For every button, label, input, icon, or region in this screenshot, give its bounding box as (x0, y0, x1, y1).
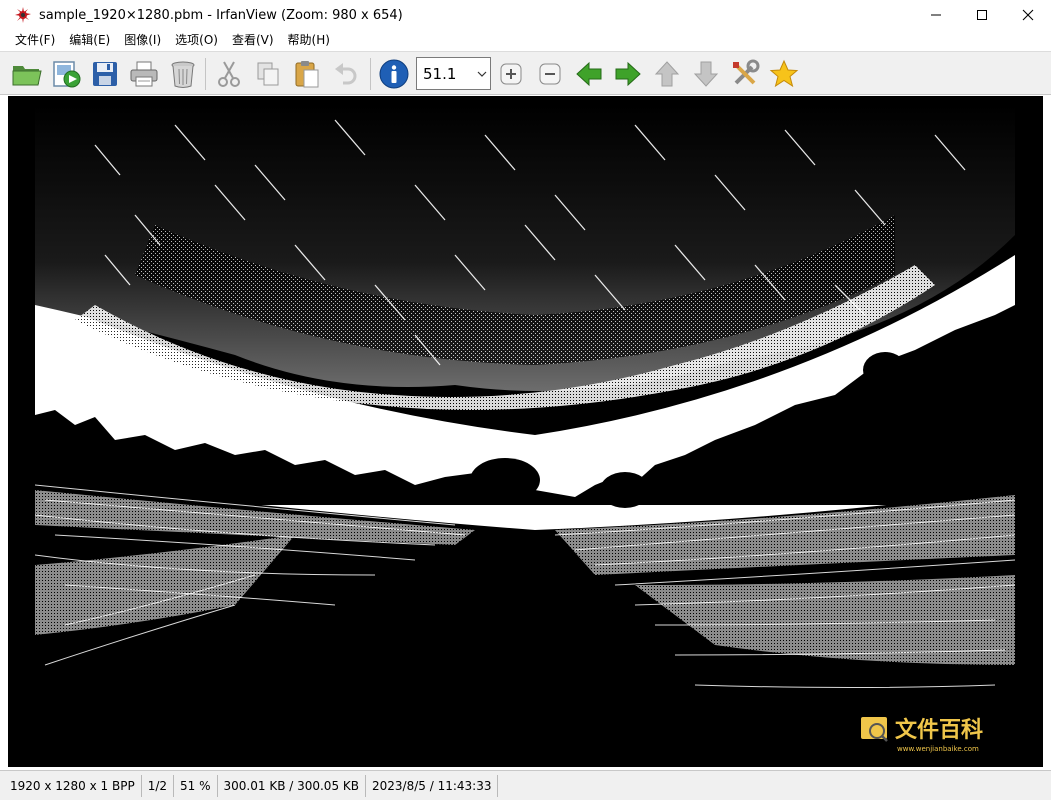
favorite-icon (769, 59, 799, 88)
copy-icon (257, 62, 279, 86)
night-sky-field-image: 文件百科 www.wenjianbaike.com (35, 105, 1015, 759)
next-icon (615, 61, 641, 87)
zoom-dropdown-button[interactable] (474, 58, 490, 89)
status-file-size: 300.01 KB / 300.05 KB (218, 774, 366, 797)
image-canvas[interactable]: 文件百科 www.wenjianbaike.com (35, 105, 1015, 759)
settings-button[interactable] (728, 57, 762, 91)
favorites-button[interactable] (767, 57, 801, 91)
up-icon (654, 61, 680, 87)
menu-options[interactable]: 选项(O) (168, 30, 225, 51)
maximize-icon (977, 10, 987, 20)
menu-view[interactable]: 查看(V) (225, 30, 281, 51)
paste-icon (295, 61, 319, 88)
print-button[interactable] (127, 57, 161, 91)
close-icon (1022, 9, 1034, 21)
title-bar: sample_1920×1280.pbm - IrfanView (Zoom: … (0, 0, 1051, 30)
delete-icon (171, 61, 195, 88)
down-button[interactable] (689, 57, 723, 91)
slideshow-button[interactable] (49, 57, 83, 91)
open-button[interactable] (10, 57, 44, 91)
menu-file[interactable]: 文件(F) (8, 30, 62, 51)
status-dimensions: 1920 x 1280 x 1 BPP (4, 774, 142, 797)
open-folder-icon (12, 66, 42, 86)
previous-icon (576, 61, 602, 87)
zoom-in-button[interactable] (494, 57, 528, 91)
save-icon (93, 62, 117, 86)
toolbar: 51.1 (0, 51, 1051, 95)
chevron-down-icon (477, 71, 487, 77)
delete-button[interactable] (166, 57, 200, 91)
status-datetime: 2023/8/5 / 11:43:33 (366, 774, 499, 797)
save-button[interactable] (88, 57, 122, 91)
cut-button[interactable] (212, 57, 246, 91)
copy-button[interactable] (251, 57, 285, 91)
image-viewport[interactable]: 文件百科 www.wenjianbaike.com (8, 96, 1043, 767)
minimize-icon (931, 14, 941, 16)
cut-icon (218, 61, 240, 87)
toolbar-separator (205, 58, 206, 90)
irfanview-app-icon (15, 7, 31, 23)
previous-image-button[interactable] (572, 57, 606, 91)
menu-help[interactable]: 帮助(H) (281, 30, 337, 51)
print-icon (130, 61, 158, 87)
watermark-url: www.wenjianbaike.com (897, 745, 979, 753)
status-zoom: 51 % (174, 774, 218, 797)
undo-button[interactable] (329, 57, 363, 91)
window-title: sample_1920×1280.pbm - IrfanView (Zoom: … (39, 7, 403, 23)
zoom-out-icon (539, 63, 561, 85)
slideshow-icon (53, 61, 81, 88)
info-button[interactable] (377, 57, 411, 91)
close-button[interactable] (1005, 0, 1051, 30)
next-image-button[interactable] (611, 57, 645, 91)
minimize-button[interactable] (913, 0, 959, 30)
status-page: 1/2 (142, 774, 175, 797)
toolbar-separator (370, 58, 371, 90)
down-icon (693, 61, 719, 87)
info-icon (379, 59, 409, 89)
settings-icon (733, 59, 760, 85)
undo-icon (335, 63, 357, 85)
maximize-button[interactable] (959, 0, 1005, 30)
zoom-in-icon (500, 63, 522, 85)
zoom-value: 51.1 (423, 64, 457, 83)
watermark-brand: 文件百科 (895, 717, 983, 743)
status-bar: 1920 x 1280 x 1 BPP 1/2 51 % 300.01 KB /… (0, 770, 1051, 800)
menu-image[interactable]: 图像(I) (117, 30, 168, 51)
menu-bar: 文件(F) 编辑(E) 图像(I) 选项(O) 查看(V) 帮助(H) (0, 30, 1051, 51)
zoom-combobox[interactable]: 51.1 (416, 57, 491, 90)
zoom-out-button[interactable] (533, 57, 567, 91)
menu-edit[interactable]: 编辑(E) (62, 30, 117, 51)
paste-button[interactable] (290, 57, 324, 91)
up-button[interactable] (650, 57, 684, 91)
